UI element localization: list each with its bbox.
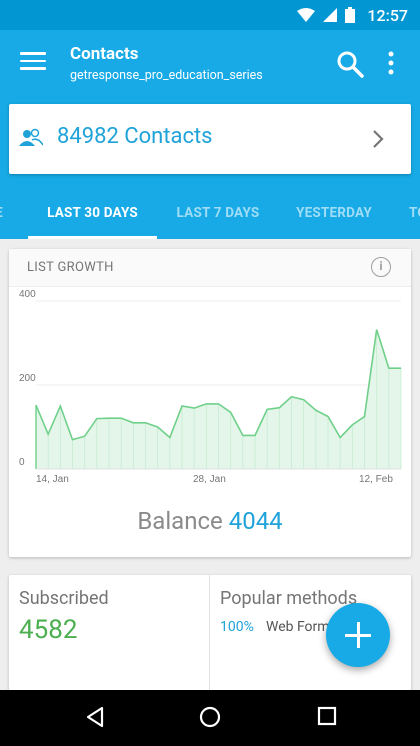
y-tick-label: 0 — [19, 457, 25, 468]
x-tick-label: 14, Jan — [36, 474, 69, 485]
x-tick-label: 28, Jan — [193, 474, 226, 485]
balance-label: Balance — [137, 507, 223, 535]
period-tabs: E LAST 30 DAYS LAST 7 DAYS YESTERDAY TO — [0, 186, 420, 239]
people-icon — [19, 128, 43, 146]
chevron-right-icon — [373, 130, 384, 148]
tab-last-30-days[interactable]: LAST 30 DAYS — [28, 186, 157, 239]
search-icon[interactable] — [336, 50, 364, 78]
popular-method-name: Web Form — [266, 619, 330, 635]
x-tick-label: 12, Feb — [359, 474, 393, 485]
wifi-icon — [297, 8, 316, 22]
subscribed-value: 4582 — [19, 615, 78, 645]
list-growth-title: LIST GROWTH — [27, 260, 114, 275]
system-nav-bar — [0, 690, 420, 746]
y-tick-label: 400 — [19, 289, 36, 300]
page-subtitle: getresponse_pro_education_series — [70, 68, 263, 83]
back-icon[interactable] — [84, 706, 106, 728]
tab-yesterday[interactable]: YESTERDAY — [283, 186, 385, 239]
list-growth-header: LIST GROWTH i — [9, 249, 411, 287]
more-vert-icon[interactable] — [384, 50, 398, 76]
status-time: 12:57 — [367, 5, 408, 25]
stats-divider — [209, 575, 210, 695]
tab-partial-right[interactable]: TO — [398, 186, 420, 239]
recents-icon[interactable] — [317, 706, 337, 726]
contacts-count-label: 84982 Contacts — [57, 124, 213, 149]
tab-last-7-days[interactable]: LAST 7 DAYS — [163, 186, 273, 239]
menu-icon[interactable] — [20, 52, 46, 72]
y-tick-label: 200 — [19, 373, 36, 384]
status-bar: 12:57 — [0, 0, 420, 30]
info-icon[interactable]: i — [371, 257, 391, 277]
popular-methods-label: Popular methods — [220, 588, 358, 609]
battery-icon — [345, 7, 356, 23]
balance-line: Balance 4044 — [0, 507, 420, 535]
contacts-count-card[interactable]: 84982 Contacts — [9, 104, 411, 174]
signal-icon — [323, 8, 338, 22]
home-icon[interactable] — [199, 706, 221, 728]
popular-method-percent: 100% — [220, 619, 254, 635]
tab-partial-left[interactable]: E — [0, 186, 12, 239]
list-growth-chart: 0 200 400 14, Jan 28, Jan 12, Feb — [19, 289, 402, 485]
add-icon[interactable] — [326, 603, 390, 667]
subscribed-label: Subscribed — [19, 588, 109, 609]
page-title: Contacts — [70, 44, 139, 64]
balance-value: 4044 — [228, 507, 283, 535]
app-bar: Contacts getresponse_pro_education_serie… — [0, 30, 420, 94]
